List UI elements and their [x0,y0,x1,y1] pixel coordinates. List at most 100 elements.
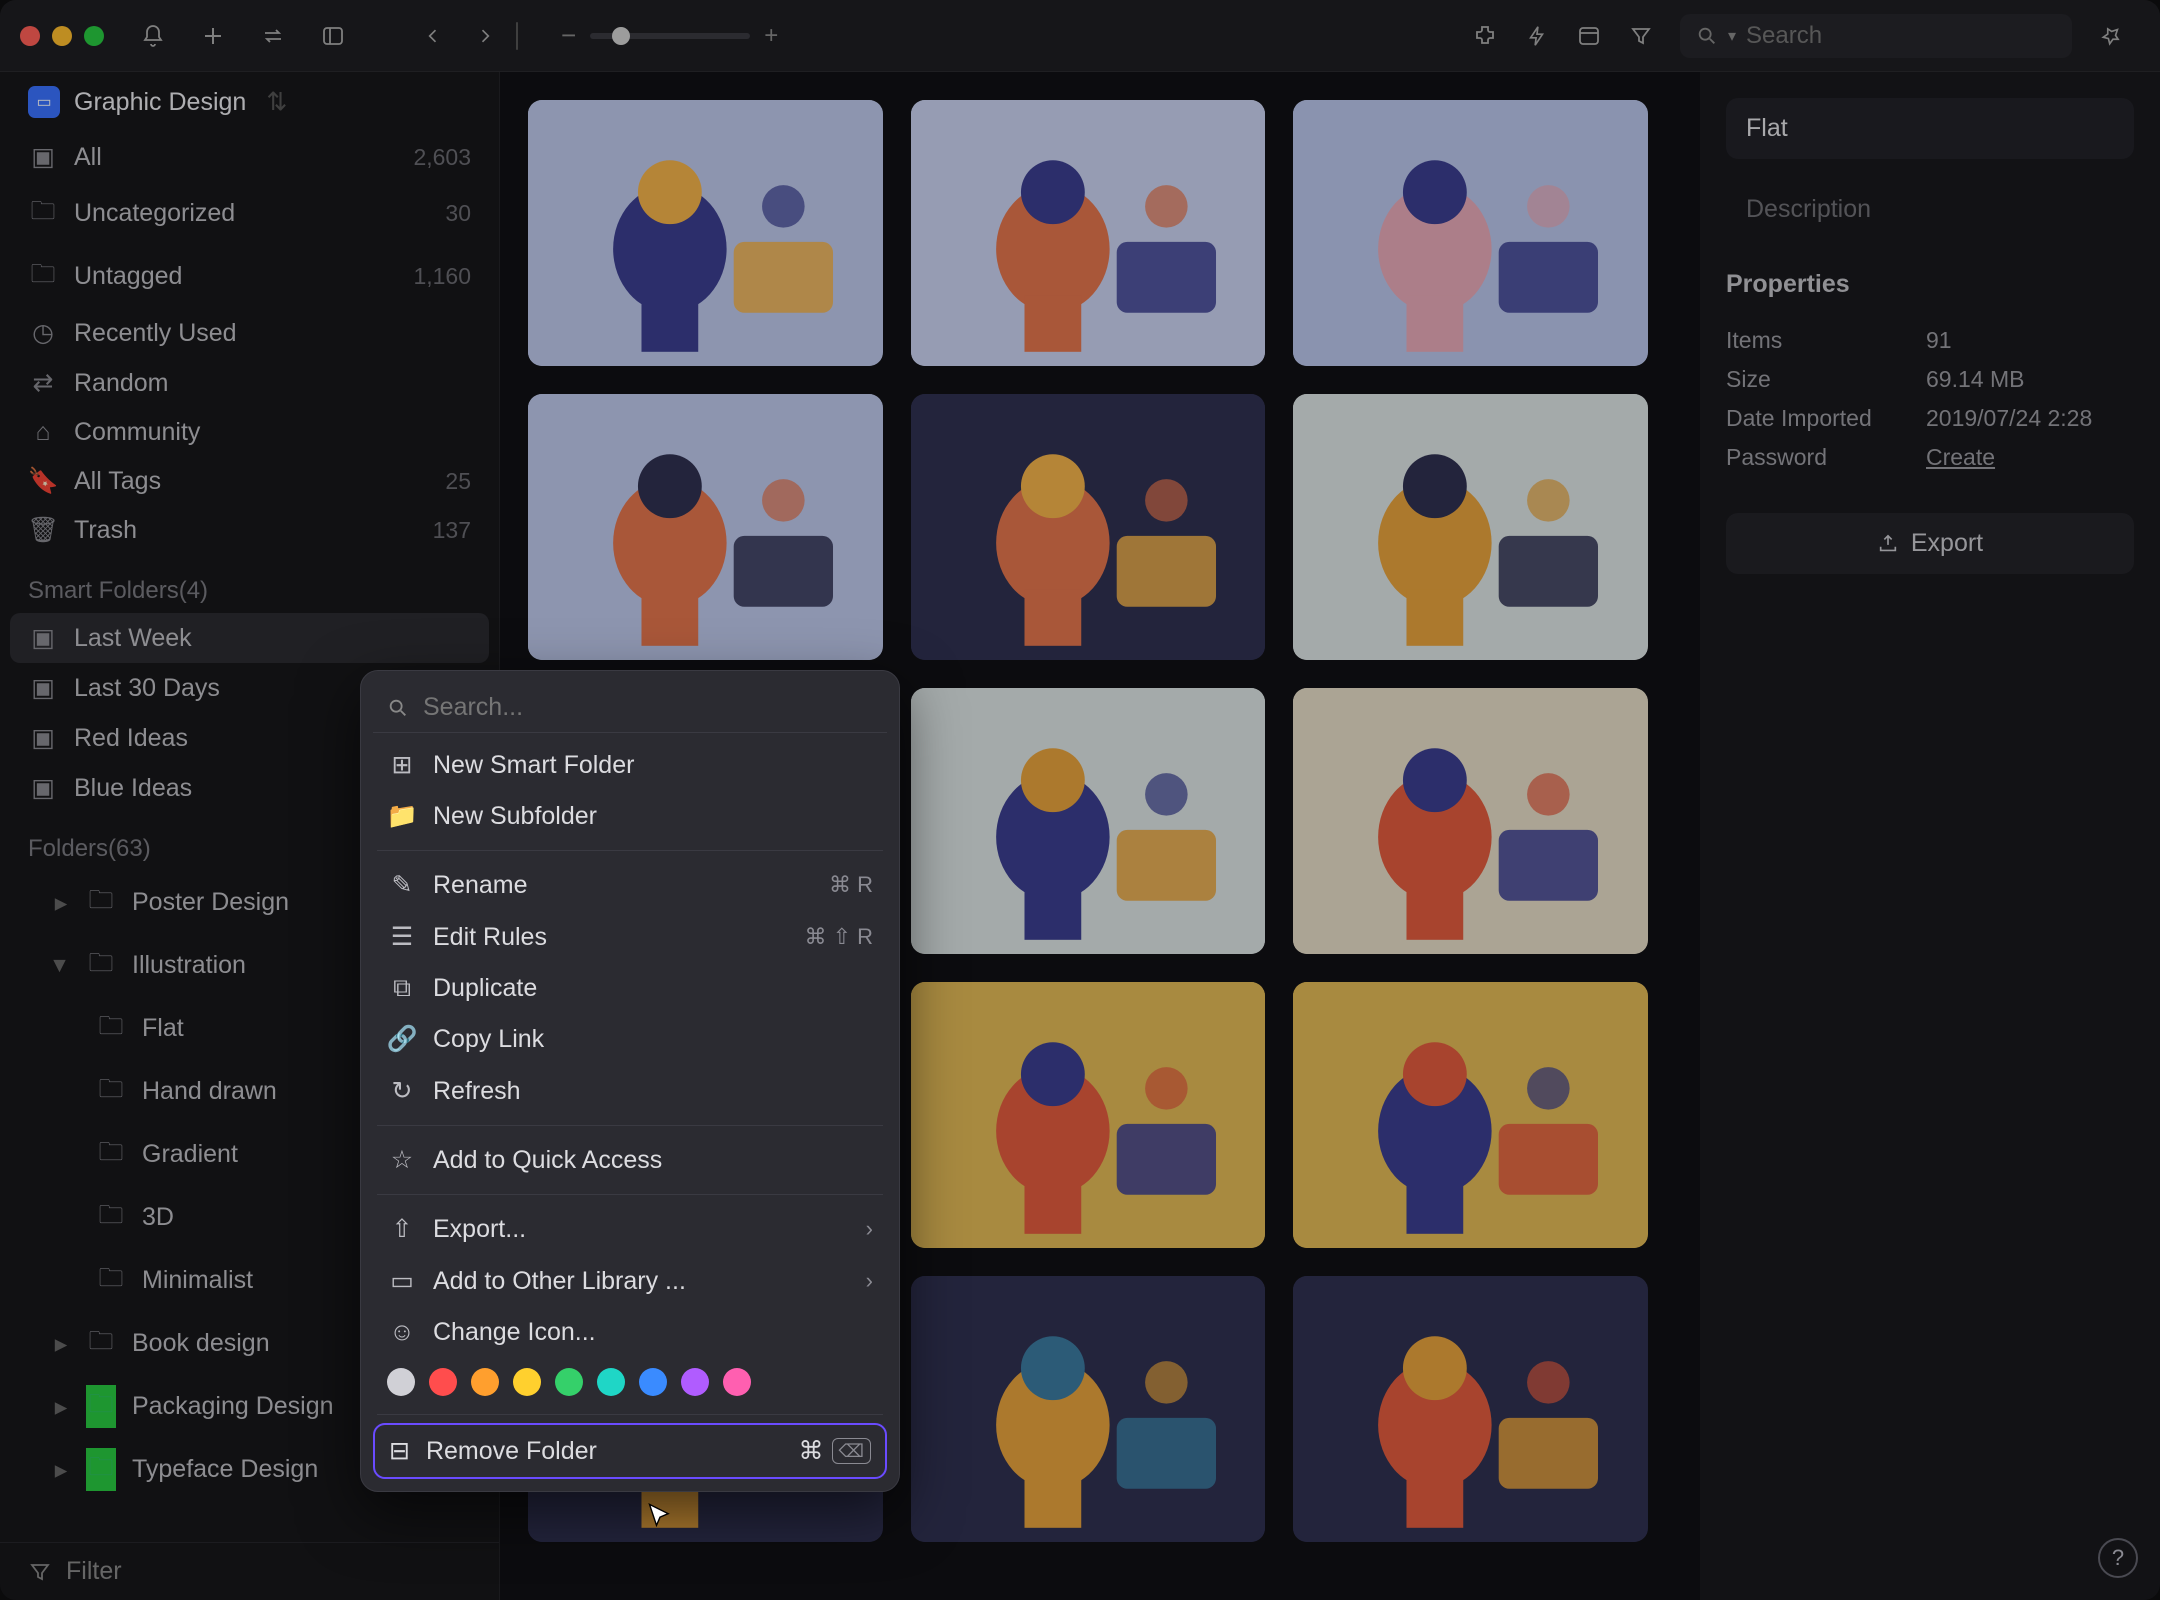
thumbnail[interactable] [911,688,1266,954]
ctx-other-library[interactable]: ▭Add to Other Library ...› [373,1255,887,1307]
panel-toggle-icon[interactable] [312,15,354,57]
library-badge-icon: ▭ [28,86,60,118]
chevron-updown-icon: ⇅ [266,87,287,117]
thumbnail[interactable] [1293,688,1648,954]
remove-folder-icon: ⊟ [389,1436,410,1466]
ctx-new-subfolder[interactable]: 📁New Subfolder [373,791,887,842]
ctx-quick-access[interactable]: ☆Add to Quick Access [373,1134,887,1186]
sidebar-item-all[interactable]: ▣All2,603 [0,132,499,182]
extension-icon[interactable] [1464,15,1506,57]
disclosure-triangle-icon: ▸ [52,1329,70,1359]
titlebar: − + ▾ [0,0,2160,72]
properties-header: Properties [1726,270,2134,299]
search-input[interactable] [1746,22,2056,50]
ctx-search-row[interactable] [373,683,887,733]
app-window: − + ▾ ▭ Graphic Design ⇅ ▣ [0,0,2160,1600]
rules-icon: ☰ [387,922,417,952]
color-swatch[interactable] [723,1368,751,1396]
color-swatch[interactable] [513,1368,541,1396]
sidebar-item-community[interactable]: ⌂Community [0,408,499,457]
recent-icon: ◷ [28,318,58,348]
folder-icon: 🗀 [86,881,116,924]
bell-icon[interactable] [132,15,174,57]
untag-icon: 🗀 [28,255,58,298]
color-swatch[interactable] [471,1368,499,1396]
link-icon: 🔗 [387,1025,417,1054]
sidebar-item-tags[interactable]: 🔖All Tags25 [0,457,499,506]
detail-title-input[interactable]: Flat [1726,98,2134,159]
action-icon[interactable] [1516,15,1558,57]
trash-icon: 🗑 [28,516,58,545]
filter-row[interactable]: Filter [0,1542,499,1600]
thumbnail[interactable] [1293,1276,1648,1542]
ctx-export[interactable]: ⇧Export...› [373,1203,887,1255]
sidebar-item-random[interactable]: ⇄Random [0,358,499,408]
thumbnail[interactable] [528,394,883,660]
disclosure-triangle-icon: ▸ [46,957,76,975]
color-swatch[interactable] [387,1368,415,1396]
maximize-window-button[interactable] [84,26,104,46]
color-swatch[interactable] [429,1368,457,1396]
ctx-refresh[interactable]: ↻Refresh [373,1065,887,1117]
thumbnail[interactable] [1293,982,1648,1248]
thumbnail[interactable] [911,100,1266,366]
search-icon [387,697,409,719]
filter-icon[interactable] [1620,15,1662,57]
minimize-window-button[interactable] [52,26,72,46]
property-row: Date Imported2019/07/24 2:28 [1726,399,2134,438]
nav-back-icon[interactable] [412,15,454,57]
ctx-rename[interactable]: ✎Rename⌘ R [373,859,887,911]
sidebar-item-untag[interactable]: 🗀Untagged1,160 [0,245,499,308]
help-button[interactable]: ? [2098,1538,2138,1578]
refresh-icon: ↻ [387,1076,417,1106]
detail-description-input[interactable]: Description [1726,181,2134,238]
thumbnail[interactable] [911,982,1266,1248]
folder-plus-icon: ⊞ [387,750,417,780]
folder-icon: 🗀 [86,1322,116,1365]
color-swatch[interactable] [681,1368,709,1396]
pin-icon[interactable] [2090,15,2132,57]
ctx-color-row [373,1358,887,1406]
smart-folder-icon: ▣ [28,673,58,703]
library-name: Graphic Design [74,88,246,117]
uncat-icon: 🗀 [28,192,58,235]
thumbnail[interactable] [1293,100,1648,366]
sidebar-item-uncat[interactable]: 🗀Uncategorized30 [0,182,499,245]
folder-icon: 🗀 [96,1259,126,1302]
swap-icon[interactable] [252,15,294,57]
smart-folder-item[interactable]: ▣Last Week [10,613,489,663]
filter-label: Filter [66,1557,122,1586]
color-swatch[interactable] [639,1368,667,1396]
all-icon: ▣ [28,142,58,172]
thumbnail[interactable] [911,1276,1266,1542]
zoom-slider[interactable]: − + [561,20,778,51]
context-menu: ⊞New Smart Folder 📁New Subfolder ✎Rename… [360,670,900,1492]
ctx-new-smart-folder[interactable]: ⊞New Smart Folder [373,739,887,791]
ctx-remove-folder[interactable]: ⊟ Remove Folder ⌘⌫ [373,1423,887,1479]
nav-forward-icon[interactable] [464,15,506,57]
ctx-edit-rules[interactable]: ☰Edit Rules⌘ ⇧ R [373,911,887,963]
backspace-key-icon: ⌫ [832,1438,871,1464]
close-window-button[interactable] [20,26,40,46]
ctx-duplicate[interactable]: ⧉Duplicate [373,963,887,1014]
search-box[interactable]: ▾ [1680,14,2072,58]
thumbnail[interactable] [911,394,1266,660]
folder-icon: 🗀 [96,1133,126,1176]
thumbnail[interactable] [1293,394,1648,660]
sidebar-item-recent[interactable]: ◷Recently Used [0,308,499,358]
ctx-search-input[interactable] [423,693,873,722]
thumbnail[interactable] [528,100,883,366]
layout-icon[interactable] [1568,15,1610,57]
folder-icon: 🗀 [86,944,116,987]
color-swatch[interactable] [555,1368,583,1396]
export-icon: ⇧ [387,1214,417,1244]
library-selector[interactable]: ▭ Graphic Design ⇅ [0,72,499,132]
plus-icon[interactable] [192,15,234,57]
ctx-change-icon[interactable]: ☺Change Icon... [373,1307,887,1358]
ctx-copy-link[interactable]: 🔗Copy Link [373,1014,887,1065]
sidebar-item-trash[interactable]: 🗑Trash137 [0,506,499,555]
export-button[interactable]: Export [1726,513,2134,574]
property-row: Size69.14 MB [1726,360,2134,399]
color-swatch[interactable] [597,1368,625,1396]
nav-divider [516,22,518,50]
